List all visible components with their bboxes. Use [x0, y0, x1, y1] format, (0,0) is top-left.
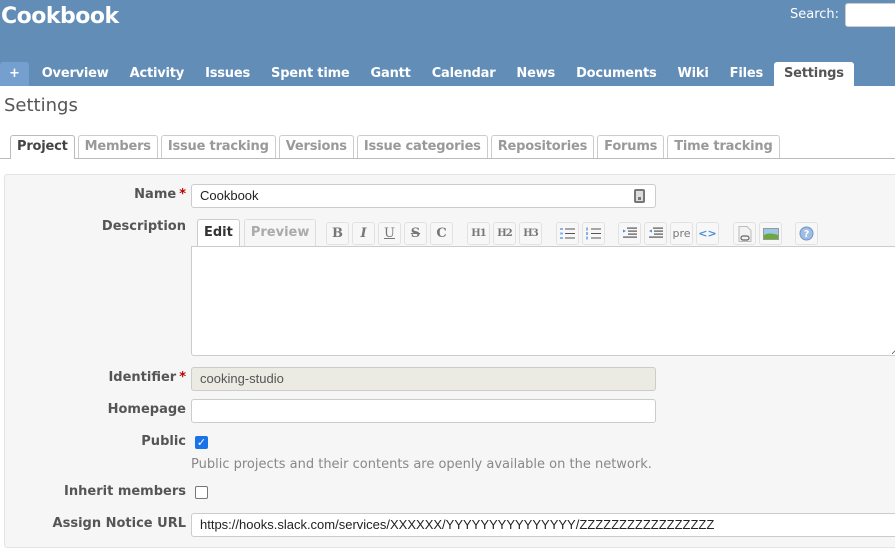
inline-code-button[interactable]: C: [430, 222, 453, 245]
help-button[interactable]: ?: [795, 222, 818, 245]
menu-spent-time[interactable]: Spent time: [261, 62, 360, 86]
inherit-members-label: Inherit members: [64, 484, 186, 499]
tab-project[interactable]: Project: [10, 135, 75, 159]
menu-news[interactable]: News: [506, 62, 565, 86]
tab-preview[interactable]: Preview: [243, 219, 317, 246]
help-icon: ?: [799, 226, 814, 241]
wiki-link-button[interactable]: [733, 222, 756, 245]
indent-icon: [622, 227, 637, 238]
code-block-button[interactable]: <>: [696, 222, 719, 245]
page-title: Settings: [4, 95, 78, 116]
heading1-button[interactable]: H1: [467, 222, 490, 245]
required-marker: *: [179, 370, 186, 385]
bold-button[interactable]: B: [326, 222, 349, 245]
image-button[interactable]: [759, 222, 782, 245]
name-field[interactable]: Cookbook: [191, 184, 656, 208]
name-label-text: Name: [134, 187, 177, 202]
menu-documents[interactable]: Documents: [566, 62, 666, 86]
italic-button[interactable]: I: [352, 222, 375, 245]
tab-forums[interactable]: Forums: [597, 135, 665, 158]
tab-members[interactable]: Members: [77, 135, 158, 158]
menu-issues[interactable]: Issues: [195, 62, 260, 86]
contact-card-icon: [634, 189, 645, 203]
link-page-icon: [738, 226, 751, 242]
search-input[interactable]: [845, 3, 895, 27]
svg-text:?: ?: [804, 229, 810, 240]
identifier-label-text: Identifier: [108, 370, 177, 385]
identifier-field: cooking-studio: [191, 367, 656, 391]
menu-overview[interactable]: Overview: [32, 62, 119, 86]
preformatted-button[interactable]: pre: [670, 222, 693, 245]
tab-time-tracking[interactable]: Time tracking: [667, 135, 780, 158]
heading2-button[interactable]: H2: [493, 222, 516, 245]
strikethrough-button[interactable]: S: [404, 222, 427, 245]
homepage-label: Homepage: [107, 402, 186, 417]
homepage-field[interactable]: [191, 399, 656, 423]
required-marker: *: [179, 187, 186, 202]
settings-tabs: Project Members Issue tracking Versions …: [0, 135, 895, 159]
menu-settings[interactable]: Settings: [774, 62, 854, 86]
outdent-button[interactable]: [644, 222, 667, 245]
ordered-list-button[interactable]: [582, 222, 605, 245]
search-label: Search:: [790, 7, 840, 22]
project-title[interactable]: Cookbook: [1, 4, 119, 29]
tab-repositories[interactable]: Repositories: [490, 135, 595, 158]
indent-button[interactable]: [618, 222, 641, 245]
inherit-members-checkbox[interactable]: [195, 486, 208, 499]
menu-activity[interactable]: Activity: [120, 62, 194, 86]
outdent-icon: [648, 227, 663, 238]
tab-issue-categories[interactable]: Issue categories: [356, 135, 488, 158]
assign-notice-url-label: Assign Notice URL: [52, 516, 186, 531]
menu-gantt[interactable]: Gantt: [361, 62, 421, 86]
description-label: Description: [101, 219, 186, 234]
header: Cookbook Search: + Overview Activity Iss…: [0, 0, 895, 86]
tab-issue-tracking[interactable]: Issue tracking: [160, 135, 276, 158]
heading3-button[interactable]: H3: [519, 222, 542, 245]
underline-button[interactable]: U: [378, 222, 401, 245]
new-object-button[interactable]: +: [0, 62, 29, 86]
name-label: Name *: [134, 187, 186, 202]
unordered-list-button[interactable]: [556, 222, 579, 245]
menu-calendar[interactable]: Calendar: [422, 62, 506, 86]
main-menu: + Overview Activity Issues Spent time Ga…: [0, 62, 855, 86]
tab-versions[interactable]: Versions: [278, 135, 354, 158]
public-label: Public: [141, 434, 186, 449]
name-value: Cookbook: [200, 188, 259, 203]
menu-wiki[interactable]: Wiki: [668, 62, 719, 86]
description-textarea[interactable]: [191, 246, 895, 356]
public-info-text: Public projects and their contents are o…: [191, 457, 652, 472]
ordered-list-icon: [586, 227, 601, 240]
assign-notice-url-field[interactable]: https://hooks.slack.com/services/XXXXXX/…: [191, 513, 895, 537]
public-checkbox[interactable]: ✓: [195, 436, 208, 449]
unordered-list-icon: [560, 228, 575, 239]
menu-files[interactable]: Files: [720, 62, 773, 86]
identifier-label: Identifier *: [108, 370, 186, 385]
tab-edit[interactable]: Edit: [197, 219, 240, 247]
image-icon: [762, 228, 779, 240]
description-tabs: Edit Preview: [197, 219, 320, 247]
